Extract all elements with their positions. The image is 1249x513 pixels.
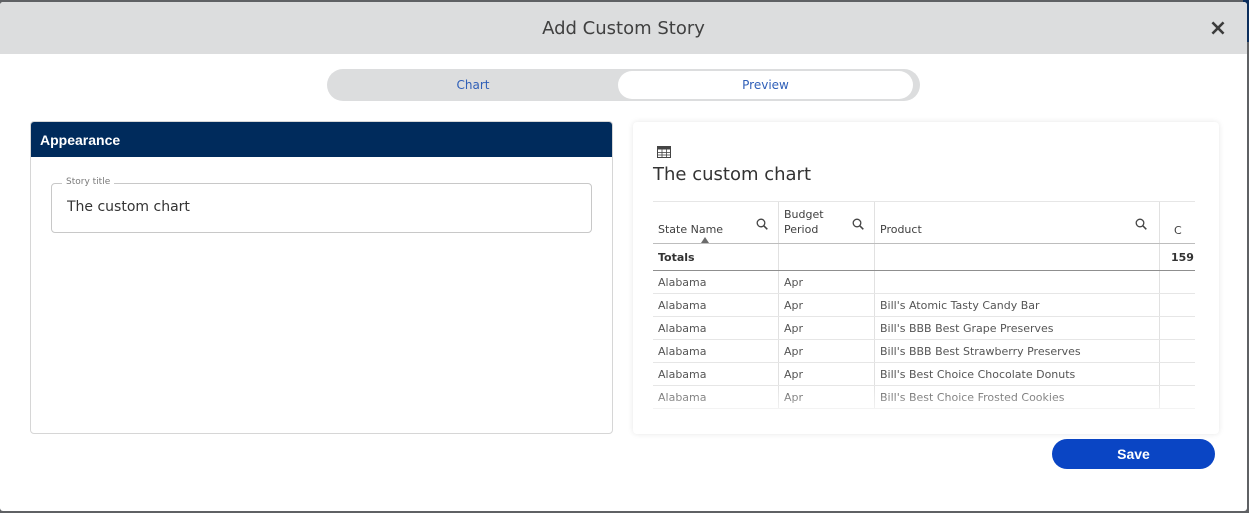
cell-state: Alabama [658, 367, 707, 381]
table-cell [1159, 340, 1195, 362]
table-row[interactable]: Alabama Apr Bill's Best Choice Chocolate… [653, 363, 1195, 386]
column-header-state-name[interactable]: State Name [653, 202, 778, 243]
save-button[interactable]: Save [1052, 439, 1215, 469]
cell-product: Bill's Atomic Tasty Candy Bar [874, 294, 1159, 316]
story-title-input[interactable] [67, 199, 567, 215]
search-icon[interactable] [756, 218, 768, 230]
tab-chart[interactable]: Chart [329, 71, 617, 99]
column-label: C [1174, 224, 1182, 237]
table-cell [1159, 317, 1195, 339]
table-row[interactable]: Alabama Apr Bill's BBB Best Grape Preser… [653, 317, 1195, 340]
cell-state: Alabama [658, 390, 707, 404]
cell-product: Bill's Best Choice Frosted Cookies [874, 386, 1159, 408]
table-cell [778, 244, 874, 270]
preview-table: State Name Budget Period Product C Total [653, 201, 1195, 409]
search-icon[interactable] [1135, 218, 1147, 230]
cell-period: Apr [778, 317, 874, 339]
cell-product [874, 271, 1159, 293]
table-row[interactable]: Alabama Apr Bill's Atomic Tasty Candy Ba… [653, 294, 1195, 317]
cell-period: Apr [778, 340, 874, 362]
totals-row: Totals 159 [653, 244, 1195, 271]
cell-state: Alabama [658, 344, 707, 358]
cell-period: Apr [778, 294, 874, 316]
view-toggle: Chart Preview [327, 69, 920, 101]
totals-value: 159 [1159, 244, 1195, 270]
table-icon [657, 146, 671, 158]
cell-state: Alabama [658, 298, 707, 312]
cell-product: Bill's Best Choice Chocolate Donuts [874, 363, 1159, 385]
modal-header: Add Custom Story × [0, 2, 1247, 54]
column-label: State Name [658, 223, 724, 236]
appearance-panel: Appearance Story title [30, 121, 613, 434]
column-header-partial[interactable]: C [1159, 202, 1195, 243]
sort-ascending-icon [701, 237, 709, 243]
story-title-field: Story title [51, 177, 592, 233]
close-icon[interactable]: × [1207, 16, 1229, 41]
cell-state: Alabama [658, 321, 707, 335]
table-cell [1159, 271, 1195, 293]
cell-product: Bill's BBB Best Strawberry Preserves [874, 340, 1159, 362]
tab-preview[interactable]: Preview [618, 71, 913, 99]
cell-period: Apr [778, 271, 874, 293]
column-header-product[interactable]: Product [874, 202, 1159, 243]
cell-period: Apr [778, 363, 874, 385]
table-row[interactable]: Alabama Apr Bill's Best Choice Frosted C… [653, 386, 1195, 409]
table-row[interactable]: Alabama Apr [653, 271, 1195, 294]
search-icon[interactable] [852, 218, 864, 230]
story-title-label: Story title [62, 177, 115, 187]
modal-title: Add Custom Story [542, 17, 705, 39]
cell-product: Bill's BBB Best Grape Preserves [874, 317, 1159, 339]
cell-period: Apr [778, 386, 874, 408]
table-cell [1159, 294, 1195, 316]
table-cell [1159, 386, 1195, 408]
column-label: Budget Period [784, 208, 824, 236]
column-label: Product [880, 223, 922, 236]
cell-state: Alabama [658, 275, 707, 289]
preview-card: The custom chart State Name Budget Perio… [633, 122, 1219, 434]
column-header-budget-period[interactable]: Budget Period [778, 202, 874, 243]
table-cell [874, 244, 1159, 270]
add-custom-story-modal: Add Custom Story × Chart Preview Appeara… [0, 2, 1247, 511]
totals-label: Totals [658, 250, 695, 264]
table-row[interactable]: Alabama Apr Bill's BBB Best Strawberry P… [653, 340, 1195, 363]
appearance-header: Appearance [31, 122, 612, 157]
table-cell [1159, 363, 1195, 385]
preview-chart-title: The custom chart [653, 164, 812, 185]
table-header: State Name Budget Period Product C [653, 201, 1195, 244]
